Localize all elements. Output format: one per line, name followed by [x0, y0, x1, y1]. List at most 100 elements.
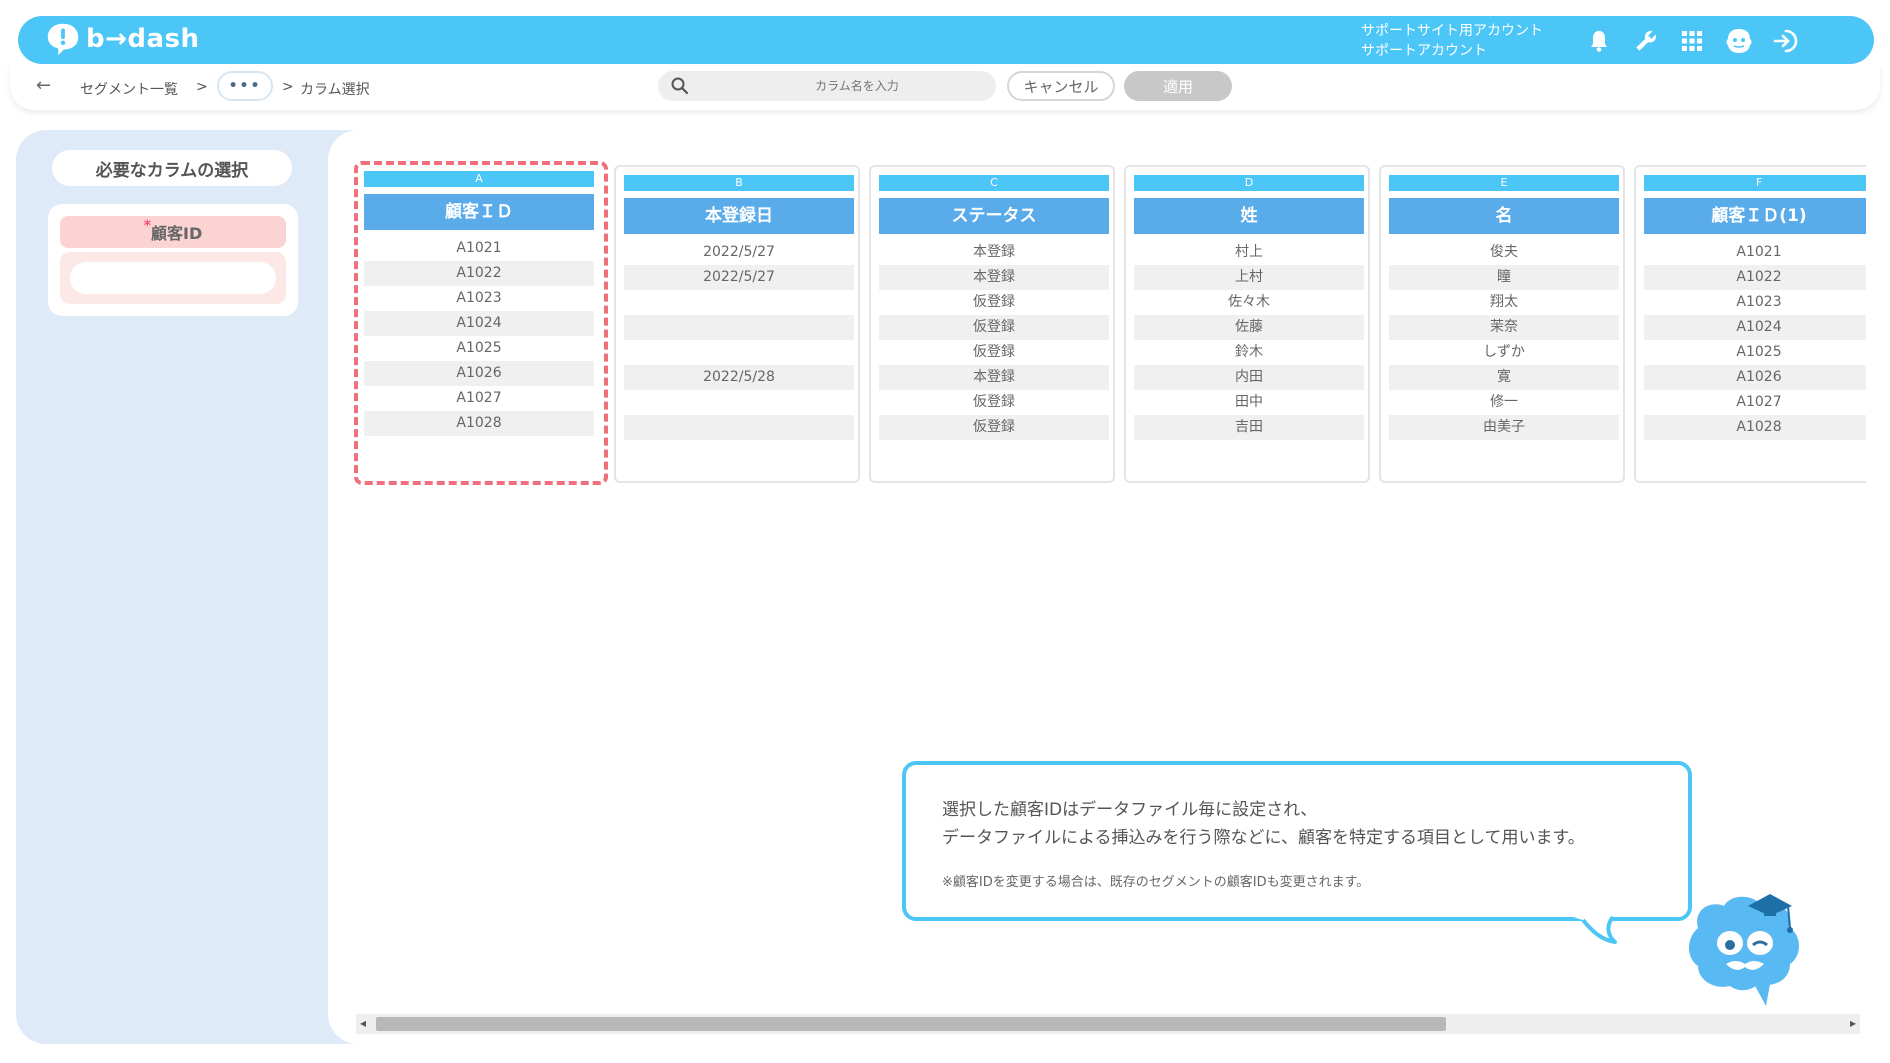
table-cell: 佐藤 [1134, 315, 1364, 340]
column-card-e[interactable]: E 名 俊夫 瞳 翔太 茉奈 しずか 寛 修一 由美子 [1379, 165, 1625, 483]
column-letter: C [879, 175, 1109, 191]
account-info[interactable]: サポートサイト用アカウント サポートアカウント [1361, 21, 1543, 61]
column-letter: F [1644, 175, 1866, 191]
breadcrumb-separator: > [282, 79, 294, 95]
table-cell: A1024 [364, 311, 594, 336]
required-columns-card: * 顧客ID [48, 204, 298, 316]
required-label: 顧客ID [151, 224, 203, 243]
table-cell: 俊夫 [1490, 244, 1518, 260]
table-cell: 瞳 [1389, 265, 1619, 290]
column-header[interactable]: 姓 [1134, 198, 1364, 234]
column-card-b[interactable]: B 本登録日 2022/5/27 2022/5/27 2022/5/28 [614, 165, 860, 483]
grid-icon[interactable] [1676, 25, 1708, 57]
column-letter: A [364, 171, 594, 187]
table-cell: A1024 [1644, 315, 1866, 340]
top-header: b→dash サポートサイト用アカウント サポートアカウント [18, 16, 1874, 64]
account-line2: サポートアカウント [1361, 43, 1487, 59]
cancel-button[interactable]: キャンセル [1007, 71, 1115, 101]
table-cell: A1022 [364, 261, 594, 286]
table-cell: 上村 [1134, 265, 1364, 290]
horizontal-scrollbar[interactable]: ◂ ▸ [356, 1014, 1860, 1034]
column-header[interactable]: 名 [1389, 198, 1619, 234]
table-cell: A1026 [364, 361, 594, 386]
logo[interactable]: b→dash [44, 20, 200, 58]
table-cell: 2022/5/27 [624, 265, 854, 290]
column-header[interactable]: 本登録日 [624, 198, 854, 234]
table-cell: 茉奈 [1389, 315, 1619, 340]
search-icon [671, 77, 689, 95]
table-cell [624, 415, 854, 440]
apply-button[interactable]: 適用 [1124, 71, 1232, 101]
tooltip-line2: データファイルによる挿込みを行う際などに、顧客を特定する項目として用います。 [942, 828, 1585, 848]
column-letter: E [1389, 175, 1619, 191]
scroll-right-arrow-icon[interactable]: ▸ [1850, 1016, 1856, 1030]
table-cell: 仮登録 [973, 344, 1015, 360]
required-customer-id-chip: * 顧客ID [60, 216, 286, 248]
tooltip-note: ※顧客IDを変更する場合は、既存のセグメントの顧客IDも変更されます。 [942, 875, 1370, 890]
wrench-icon[interactable] [1630, 25, 1662, 57]
column-cells: 俊夫 瞳 翔太 茉奈 しずか 寛 修一 由美子 [1389, 240, 1619, 440]
table-cell: A1021 [1736, 244, 1782, 260]
breadcrumb-more-button[interactable]: ••• [217, 71, 273, 101]
table-cell: 仮登録 [879, 315, 1109, 340]
table-cell: A1025 [456, 340, 502, 356]
column-header[interactable]: 顧客ＩＤ [364, 194, 594, 230]
column-cells: A1021 A1022 A1023 A1024 A1025 A1026 A102… [1644, 240, 1866, 440]
column-cells: A1021 A1022 A1023 A1024 A1025 A1026 A102… [364, 236, 594, 436]
breadcrumb-segment-list[interactable]: セグメント一覧 [80, 79, 178, 99]
column-card-d[interactable]: D 姓 村上 上村 佐々木 佐藤 鈴木 内田 田中 吉田 [1124, 165, 1370, 483]
column-search-input[interactable] [658, 71, 996, 101]
scroll-left-arrow-icon[interactable]: ◂ [360, 1016, 366, 1030]
column-card-a[interactable]: A 顧客ＩＤ A1021 A1022 A1023 A1024 A1025 A10… [354, 161, 608, 485]
column-letter: B [624, 175, 854, 191]
table-cell: 本登録 [973, 244, 1015, 260]
logo-text: b→dash [86, 24, 200, 54]
table-cell: 佐々木 [1228, 294, 1270, 310]
table-cell: A1022 [1644, 265, 1866, 290]
customer-id-drop-slot[interactable] [70, 262, 276, 294]
table-cell: A1021 [456, 240, 502, 256]
table-cell: 仮登録 [973, 394, 1015, 410]
column-header[interactable]: 顧客ＩＤ(1) [1644, 198, 1866, 234]
table-cell: A1028 [1644, 415, 1866, 440]
app-frame: b→dash サポートサイト用アカウント サポートアカウント ← セグメント一覧… [10, 10, 1880, 1050]
logo-mark-icon [47, 23, 79, 56]
scrollbar-thumb[interactable] [376, 1017, 1446, 1031]
customer-id-drop-zone[interactable] [60, 252, 286, 304]
table-cell: 鈴木 [1235, 344, 1263, 360]
table-cell: A1026 [1644, 365, 1866, 390]
table-cell: A1023 [456, 290, 502, 306]
table-cell: 翔太 [1490, 294, 1518, 310]
column-card-f[interactable]: F 顧客ＩＤ(1) A1021 A1022 A1023 A1024 A1025 … [1634, 165, 1866, 483]
table-cell [624, 315, 854, 340]
required-star: * [143, 218, 152, 234]
table-cell: 仮登録 [879, 415, 1109, 440]
table-cell [624, 290, 854, 315]
tooltip-tail [1573, 915, 1617, 944]
required-columns-title: 必要なカラムの選択 [52, 150, 292, 186]
column-search [658, 71, 996, 101]
back-arrow-icon[interactable]: ← [36, 75, 51, 96]
table-cell: 2022/5/27 [703, 244, 775, 260]
bell-icon[interactable] [1583, 25, 1615, 57]
column-letter: D [1134, 175, 1364, 191]
table-cell: しずか [1483, 344, 1525, 360]
mascot-icon[interactable] [1723, 25, 1755, 57]
table-cell: 田中 [1235, 394, 1263, 410]
column-card-c[interactable]: C ステータス 本登録 本登録 仮登録 仮登録 仮登録 本登録 仮登録 仮登録 [869, 165, 1115, 483]
table-cell: 寛 [1389, 365, 1619, 390]
table-cell: A1027 [456, 390, 502, 406]
column-header[interactable]: ステータス [879, 198, 1109, 234]
tooltip-line1: 選択した顧客IDはデータファイル毎に設定され、 [942, 800, 1318, 820]
table-cell: 吉田 [1134, 415, 1364, 440]
table-cell: 仮登録 [973, 294, 1015, 310]
toolbar: ← セグメント一覧 > ••• > カラム選択 キャンセル 適用 [10, 64, 1880, 110]
table-cell: 2022/5/28 [624, 365, 854, 390]
help-tooltip: 選択した顧客IDはデータファイル毎に設定され、 データファイルによる挿込みを行う… [902, 761, 1692, 921]
table-cell: A1023 [1736, 294, 1782, 310]
table-cell: 本登録 [879, 265, 1109, 290]
table-cell: A1027 [1736, 394, 1782, 410]
mascot-character-icon [1689, 894, 1799, 1006]
logout-icon[interactable] [1770, 25, 1802, 57]
breadcrumb-separator: > [196, 79, 208, 95]
